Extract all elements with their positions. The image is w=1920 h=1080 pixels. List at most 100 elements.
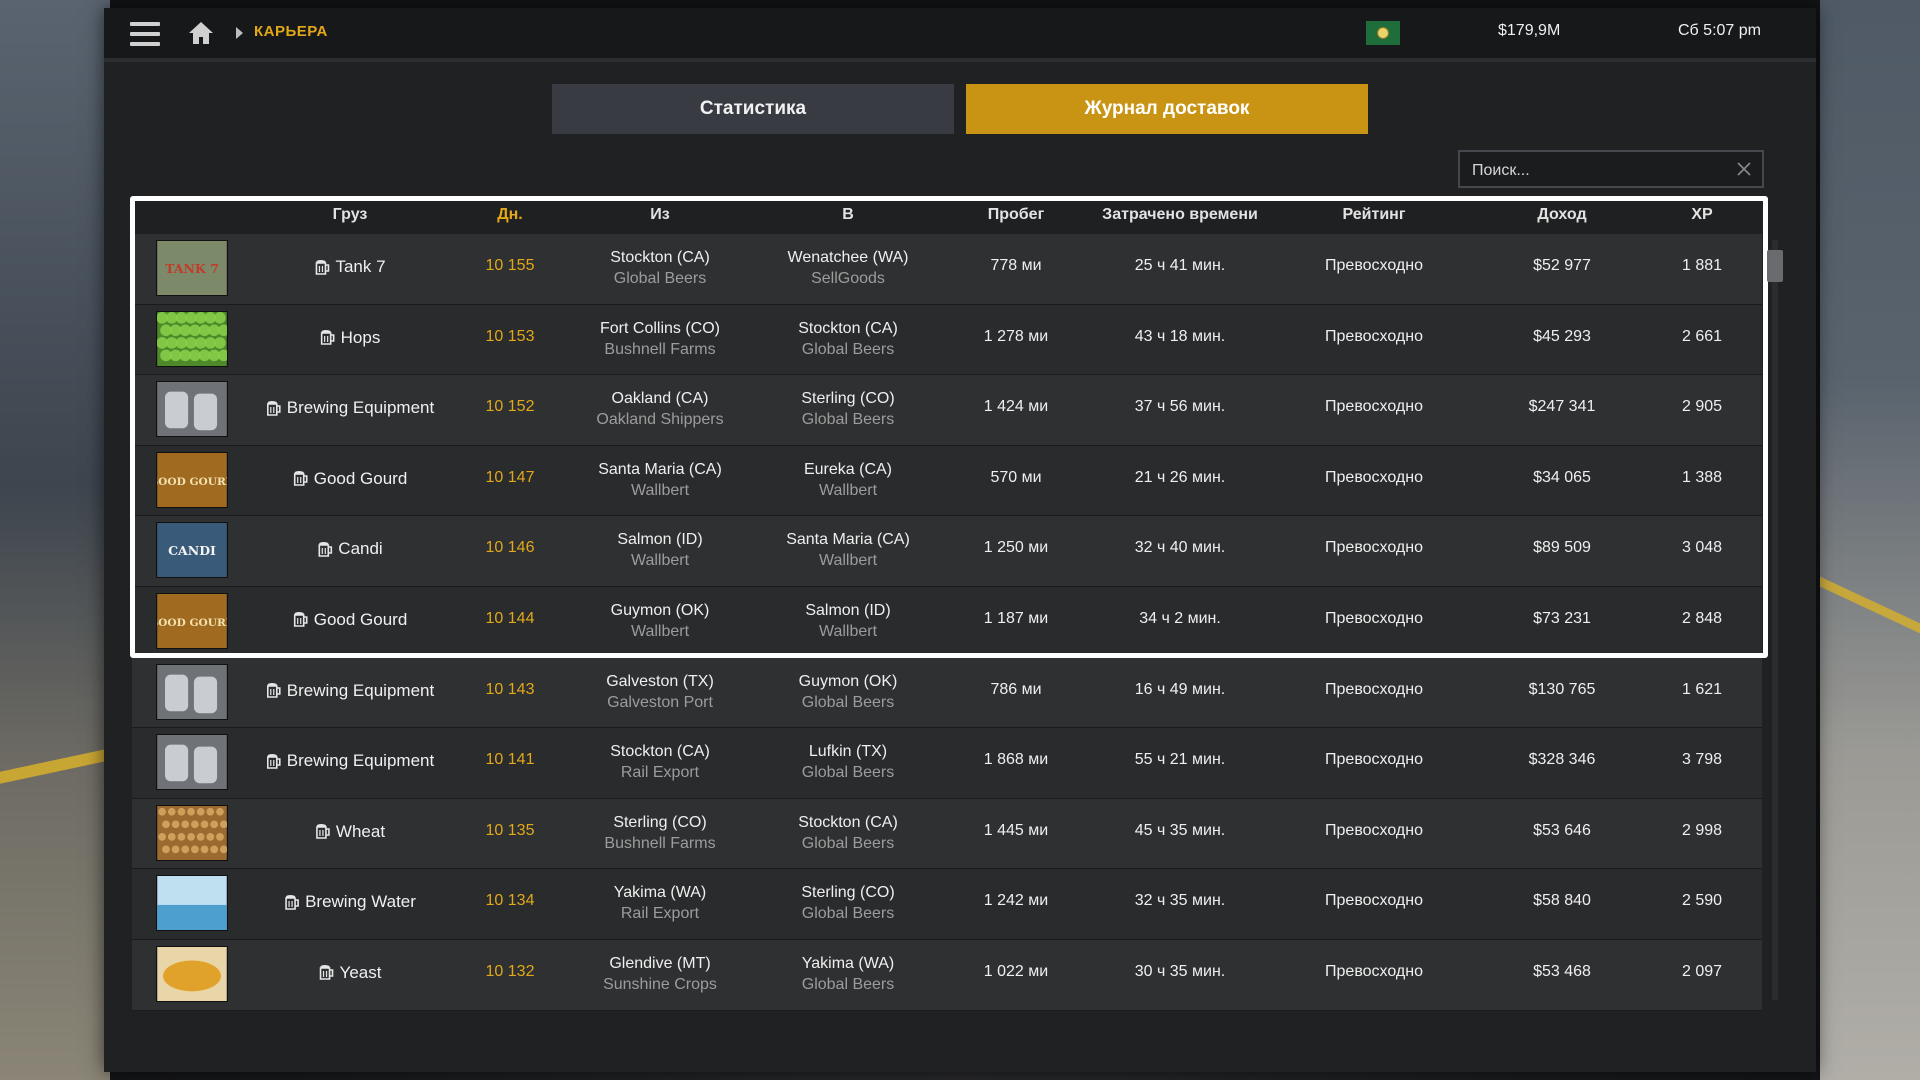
rating-cell: Превосходно bbox=[1325, 821, 1423, 839]
rating-cell: Превосходно bbox=[1325, 962, 1423, 980]
to-company: Wallbert bbox=[818, 481, 878, 499]
header-distance[interactable]: Пробег bbox=[988, 206, 1045, 224]
tab-statistics[interactable]: Статистика bbox=[552, 84, 954, 134]
distance-cell: 786 ми bbox=[990, 680, 1042, 698]
from-company: Wallbert bbox=[630, 481, 690, 499]
header-income[interactable]: Доход bbox=[1537, 206, 1586, 224]
background-garage-right bbox=[1820, 0, 1920, 1080]
days-cell: 10 153 bbox=[485, 327, 535, 345]
table-row[interactable]: CANDI Candi 10 146 Salmon (ID) Wallbert Santa… bbox=[132, 516, 1762, 587]
table-row[interactable]: Brewing Equipment 10 141 Stockton (CA) Rail… bbox=[132, 728, 1762, 799]
rating-cell: Превосходно bbox=[1325, 609, 1423, 627]
money-balance: $179,9M bbox=[1498, 22, 1561, 39]
cargo-cell: Wheat bbox=[315, 822, 385, 842]
from-cell: Santa Maria (CA) Wallbert bbox=[598, 459, 722, 501]
from-company: Rail Export bbox=[620, 905, 700, 923]
cargo-cell: Good Gourd bbox=[293, 609, 408, 630]
rating-cell: Превосходно bbox=[1325, 751, 1423, 769]
from-company: Galveston Port bbox=[607, 693, 713, 711]
from-cell: Stockton (CA) Global Beers bbox=[610, 247, 710, 289]
header-cargo[interactable]: Груз bbox=[333, 206, 368, 224]
cargo-mug-icon bbox=[319, 964, 335, 981]
breadcrumb[interactable]: КАРЬЕРА bbox=[254, 23, 328, 40]
table-row[interactable]: Hops 10 153 Fort Collins (CO) Bushnell Farm… bbox=[132, 304, 1762, 376]
table-row[interactable]: Wheat 10 135 Sterling (CO) Bushnell Farms St… bbox=[132, 798, 1762, 870]
cargo-mug-icon bbox=[284, 894, 300, 911]
days-cell: 10 132 bbox=[485, 962, 535, 980]
cargo-name: Candi bbox=[338, 539, 383, 559]
from-cell: Yakima (WA) Rail Export bbox=[614, 882, 706, 924]
to-company: Global Beers bbox=[801, 693, 895, 711]
distance-cell: 1 187 ми bbox=[983, 609, 1049, 627]
from-city: Oakland (CA) bbox=[611, 390, 709, 408]
header-days[interactable]: Дн. bbox=[497, 206, 523, 224]
header-rating[interactable]: Рейтинг bbox=[1342, 206, 1405, 224]
to-city: Yakima (WA) bbox=[801, 954, 895, 972]
table-row[interactable]: GOOD GOURD Good Gourd 10 147 Santa Maria (C… bbox=[132, 445, 1762, 517]
table-row[interactable]: Yeast 10 132 Glendive (MT) Sunshine Crops Ya… bbox=[132, 939, 1762, 1011]
to-city: Santa Maria (CA) bbox=[786, 531, 910, 549]
tab-delivery-log[interactable]: Журнал доставок bbox=[966, 84, 1368, 134]
hamburger-menu-icon[interactable] bbox=[130, 22, 160, 46]
table-row[interactable]: Brewing Water 10 134 Yakima (WA) Rail Expor… bbox=[132, 869, 1762, 940]
table-row[interactable]: TANK 7 Tank 7 10 155 Stockton (CA) Global Be… bbox=[132, 234, 1762, 305]
header-xp[interactable]: XP bbox=[1691, 206, 1712, 224]
clear-search-icon[interactable] bbox=[1736, 161, 1752, 177]
home-icon[interactable] bbox=[188, 20, 214, 46]
header-to[interactable]: В bbox=[842, 206, 854, 224]
table-row[interactable]: GOOD GOURD Good Gourd 10 144 Guymon (OK) Wal… bbox=[132, 586, 1762, 658]
xp-cell: 2 848 bbox=[1681, 609, 1723, 627]
to-cell: Salmon (ID) Wallbert bbox=[805, 600, 890, 642]
cargo-mug-icon bbox=[317, 541, 333, 558]
table-row[interactable]: Brewing Equipment 10 143 Galveston (TX) Gal… bbox=[132, 657, 1762, 729]
from-cell: Fort Collins (CO) Bushnell Farms bbox=[600, 318, 720, 360]
xp-cell: 1 881 bbox=[1681, 257, 1723, 274]
header-from[interactable]: Из bbox=[650, 206, 669, 224]
xp-cell: 2 661 bbox=[1681, 327, 1723, 345]
distance-cell: 1 250 ми bbox=[983, 539, 1049, 557]
from-company: Sunshine Crops bbox=[603, 975, 717, 993]
cargo-thumbnail-image bbox=[156, 875, 228, 932]
to-city: Stockton (CA) bbox=[798, 813, 898, 831]
xp-cell: 3 798 bbox=[1681, 751, 1723, 769]
xp-cell: 2 998 bbox=[1681, 821, 1723, 839]
income-cell: $34 065 bbox=[1533, 468, 1591, 486]
time-cell: 32 ч 40 мин. bbox=[1134, 539, 1226, 557]
rating-cell: Превосходно bbox=[1325, 327, 1423, 345]
from-company: Bushnell Farms bbox=[604, 834, 716, 852]
to-company: Global Beers bbox=[801, 764, 895, 782]
cargo-name: Hops bbox=[340, 327, 381, 347]
distance-cell: 1 424 ми bbox=[983, 398, 1049, 416]
to-city: Guymon (OK) bbox=[798, 672, 898, 690]
cargo-name: Yeast bbox=[339, 962, 382, 982]
time-cell: 32 ч 35 мин. bbox=[1134, 892, 1226, 910]
cargo-name: Brewing Water bbox=[305, 892, 416, 912]
header-time[interactable]: Затрачено времени bbox=[1102, 206, 1258, 224]
table-row[interactable]: Brewing Equipment 10 152 Oakland (CA) Oakla… bbox=[132, 375, 1762, 446]
days-cell: 10 146 bbox=[485, 539, 535, 557]
time-cell: 43 ч 18 мин. bbox=[1134, 327, 1226, 345]
income-cell: $73 231 bbox=[1533, 609, 1591, 627]
distance-cell: 570 ми bbox=[990, 468, 1042, 486]
breadcrumb-chevron-icon bbox=[236, 27, 243, 39]
time-cell: 45 ч 35 мин. bbox=[1134, 821, 1226, 839]
cargo-name: Tank 7 bbox=[335, 257, 386, 276]
from-cell: Glendive (MT) Sunshine Crops bbox=[603, 953, 717, 995]
scrollbar-thumb[interactable] bbox=[1767, 250, 1783, 282]
days-cell: 10 147 bbox=[485, 468, 535, 486]
cargo-name: Good Gourd bbox=[313, 609, 408, 629]
from-city: Sterling (CO) bbox=[613, 813, 707, 831]
rating-cell: Превосходно bbox=[1325, 680, 1423, 698]
to-city: Salmon (ID) bbox=[805, 601, 891, 619]
rating-cell: Превосходно bbox=[1325, 892, 1423, 910]
to-cell: Stockton (CA) Global Beers bbox=[798, 812, 898, 854]
to-city: Sterling (CO) bbox=[801, 390, 895, 408]
top-bar: КАРЬЕРА $179,9M Сб 5:07 pm bbox=[104, 8, 1816, 62]
cargo-cell: Good Gourd bbox=[293, 469, 407, 489]
search-input[interactable] bbox=[1470, 160, 1724, 182]
time-cell: 55 ч 21 мин. bbox=[1134, 751, 1226, 769]
table-scrollbar[interactable] bbox=[1767, 240, 1783, 1000]
distance-cell: 1 242 ми bbox=[983, 892, 1049, 910]
to-city: Lufkin (TX) bbox=[808, 743, 888, 761]
cargo-mug-icon bbox=[266, 753, 282, 770]
